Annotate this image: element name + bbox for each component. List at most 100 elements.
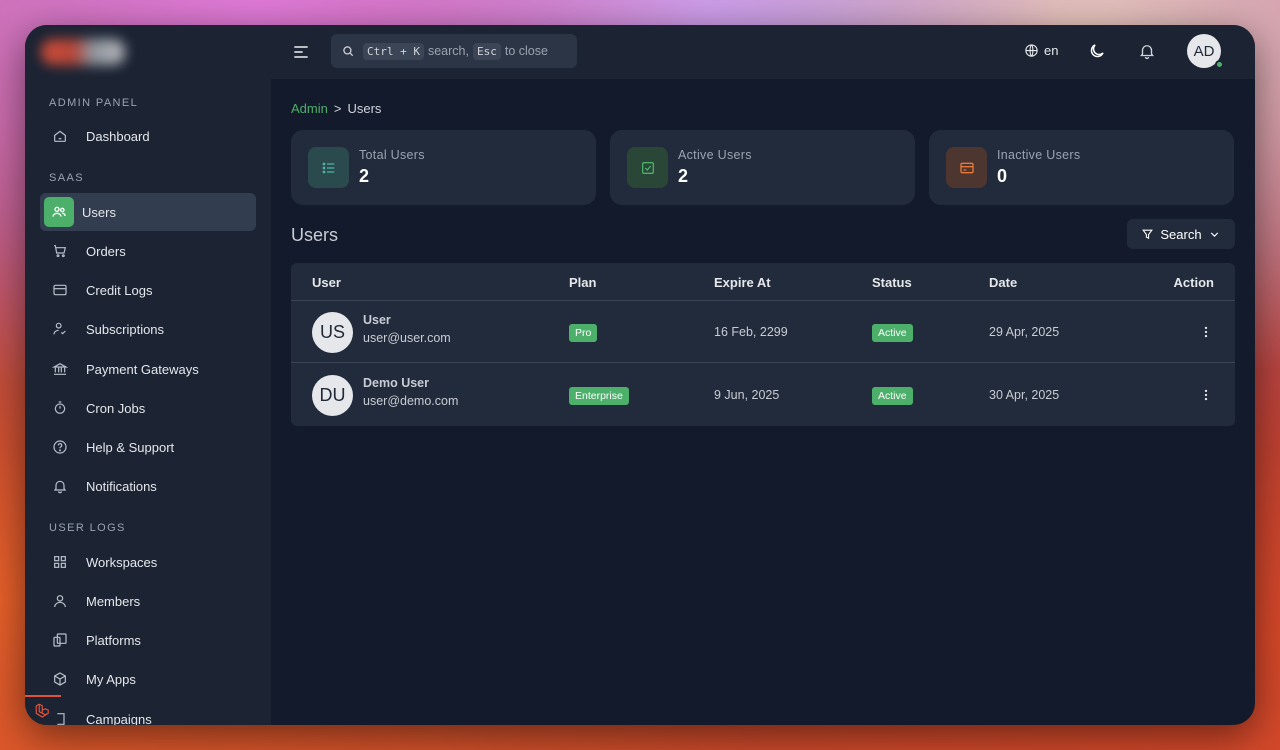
language-switcher[interactable]: en xyxy=(1024,43,1058,58)
sidebar-item-label: Notifications xyxy=(86,478,157,494)
status-badge: Active xyxy=(872,324,913,342)
sidebar-item-campaigns[interactable]: Campaigns xyxy=(40,700,256,725)
main-content: Admin > Users Total Users 2 Active Users… xyxy=(271,79,1255,725)
date: 29 Apr, 2025 xyxy=(989,325,1060,339)
apps-icon xyxy=(50,669,70,689)
shortcut-key-close: Esc xyxy=(472,42,501,60)
cart-icon xyxy=(50,241,70,261)
bank-icon xyxy=(50,359,70,379)
sidebar-item-label: Users xyxy=(82,204,116,220)
search-filter-button[interactable]: Search xyxy=(1127,219,1235,249)
credit-card-icon xyxy=(50,280,70,300)
sidebar-item-help-support[interactable]: Help & Support xyxy=(40,428,256,466)
search-button-label: Search xyxy=(1160,226,1202,242)
close-hint-text: to close xyxy=(504,44,548,58)
sidebar-item-orders[interactable]: Orders xyxy=(40,232,256,270)
avatar: DU xyxy=(312,375,353,416)
sidebar-item-label: Help & Support xyxy=(86,439,175,455)
stat-label: Inactive Users xyxy=(997,148,1081,162)
sidebar-item-label: Credit Logs xyxy=(86,282,153,298)
users-icon xyxy=(44,197,74,227)
stat-card-inactive-users: Inactive Users 0 xyxy=(929,130,1234,205)
section-label-admin-panel: ADMIN PANEL xyxy=(49,97,139,109)
stat-label: Active Users xyxy=(678,148,752,162)
sidebar-item-label: Dashboard xyxy=(86,128,150,144)
stopwatch-icon xyxy=(50,398,70,418)
breadcrumb-separator: > xyxy=(333,101,342,116)
sidebar-item-label: Subscriptions xyxy=(86,321,165,337)
language-code: en xyxy=(1044,43,1059,58)
sidebar-item-payment-gateways[interactable]: Payment Gateways xyxy=(40,350,256,388)
sidebar-item-label: Campaigns xyxy=(86,711,152,726)
sidebar-item-label: Payment Gateways xyxy=(86,361,199,377)
check-square-icon xyxy=(627,147,668,188)
table-row: US User user@user.com Pro 16 Feb, 2299 A… xyxy=(291,301,1235,363)
user-email: user@demo.com xyxy=(363,394,459,408)
menu-toggle-icon[interactable] xyxy=(291,42,311,62)
stat-value: 0 xyxy=(997,166,1008,186)
search-icon xyxy=(341,44,355,58)
home-icon xyxy=(50,126,70,146)
date: 30 Apr, 2025 xyxy=(989,388,1060,402)
dark-mode-toggle-icon[interactable] xyxy=(1088,42,1106,60)
sidebar-item-my-apps[interactable]: My Apps xyxy=(40,660,256,698)
sidebar-item-label: Orders xyxy=(86,243,126,259)
stat-value: 2 xyxy=(359,166,370,186)
help-circle-icon xyxy=(50,437,70,457)
breadcrumb-admin-link[interactable]: Admin xyxy=(291,101,328,116)
platforms-icon xyxy=(50,630,70,650)
header-action: Action xyxy=(1173,275,1214,290)
status-badge: Active xyxy=(872,387,913,405)
globe-icon xyxy=(1025,44,1038,57)
global-search-input[interactable]: Ctrl + K search, Esc to close xyxy=(331,34,577,68)
sidebar: ADMIN PANEL Dashboard SAAS Users Orders … xyxy=(25,25,271,725)
sidebar-item-label: Platforms xyxy=(86,632,141,648)
sidebar-item-subscriptions[interactable]: Subscriptions xyxy=(40,310,256,348)
sidebar-item-users[interactable]: Users xyxy=(40,193,256,231)
users-table: User Plan Expire At Status Date Action U… xyxy=(291,263,1235,426)
stat-card-active-users: Active Users 2 xyxy=(610,130,915,205)
avatar: US xyxy=(312,312,353,353)
more-vertical-icon[interactable] xyxy=(1198,323,1214,341)
grid-icon xyxy=(50,552,70,572)
brand-logo[interactable] xyxy=(41,39,125,65)
breadcrumb: Admin > Users xyxy=(291,101,381,116)
topbar: Ctrl + K search, Esc to close en AD xyxy=(271,25,1255,79)
app-window: ADMIN PANEL Dashboard SAAS Users Orders … xyxy=(25,25,1255,725)
list-icon xyxy=(308,147,349,188)
plan-badge: Enterprise xyxy=(569,387,629,405)
sidebar-item-cron-jobs[interactable]: Cron Jobs xyxy=(40,389,256,427)
shortcut-key-open: Ctrl + K xyxy=(363,42,424,60)
header-status: Status xyxy=(872,275,912,290)
chevron-down-icon xyxy=(1210,231,1218,237)
sidebar-item-credit-logs[interactable]: Credit Logs xyxy=(40,271,256,309)
section-label-user-logs: USER LOGS xyxy=(49,522,126,534)
sidebar-item-workspaces[interactable]: Workspaces xyxy=(40,543,256,581)
breadcrumb-current: Users xyxy=(347,101,382,116)
sidebar-item-dashboard[interactable]: Dashboard xyxy=(40,117,256,155)
table-row: DU Demo User user@demo.com Enterprise 9 … xyxy=(291,364,1235,426)
user-icon xyxy=(50,591,70,611)
stat-value: 2 xyxy=(678,166,689,186)
stat-card-total-users: Total Users 2 xyxy=(291,130,596,205)
user-email: user@user.com xyxy=(363,331,451,345)
sidebar-item-members[interactable]: Members xyxy=(40,582,256,620)
header-user: User xyxy=(312,275,341,290)
online-status-dot xyxy=(1215,60,1224,69)
sidebar-item-label: Workspaces xyxy=(86,554,158,570)
sidebar-item-notifications[interactable]: Notifications xyxy=(40,467,256,505)
more-vertical-icon[interactable] xyxy=(1198,386,1214,404)
notifications-bell-icon[interactable] xyxy=(1138,42,1156,60)
page-title: Users xyxy=(291,225,339,245)
sidebar-item-platforms[interactable]: Platforms xyxy=(40,621,256,659)
header-date: Date xyxy=(989,275,1018,290)
plan-badge: Pro xyxy=(569,324,598,342)
section-label-saas: SAAS xyxy=(49,172,84,184)
sidebar-item-label: Cron Jobs xyxy=(86,400,146,416)
sidebar-item-label: My Apps xyxy=(86,671,136,687)
header-plan: Plan xyxy=(569,275,597,290)
table-header: User Plan Expire At Status Date Action xyxy=(291,263,1235,301)
user-name: User xyxy=(363,313,391,327)
expire-at: 16 Feb, 2299 xyxy=(714,325,788,339)
laravel-logo-icon xyxy=(25,695,61,725)
